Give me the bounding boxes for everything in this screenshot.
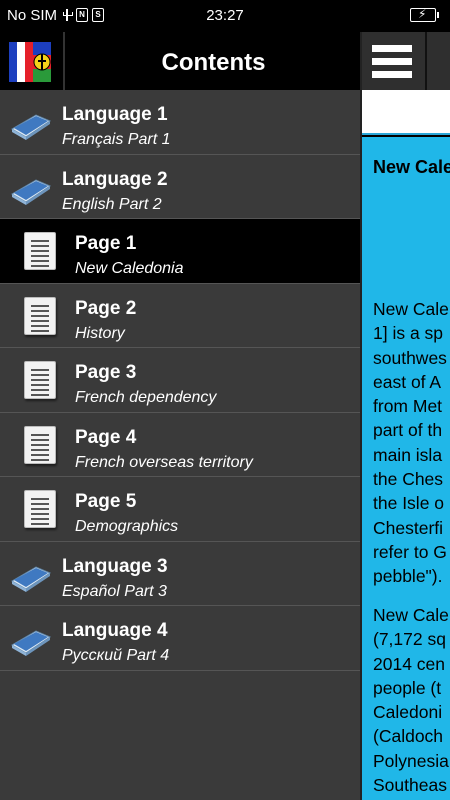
status-bar: No SIM N S 23:27 ⚡ [0,0,450,32]
drawer-title: Contents [161,49,266,76]
language-item-9[interactable]: Language 4 Русский Part 4 [0,606,360,671]
item-subtitle: French overseas territory [75,453,253,471]
article-line: New Cale [373,299,449,319]
article-line: the Isle o [373,493,445,514]
language-item-2[interactable]: Language 2 English Part 2 [0,154,360,219]
page-item-3[interactable]: Page 1 New Caledonia [0,219,360,284]
document-icon [24,490,56,528]
book-icon [11,178,52,205]
appbar-divider [425,32,427,90]
drawer-header: Contents [0,32,360,90]
item-title: Page 1 [75,233,137,254]
contents-list: Language 1 Français Part 1 Language 2 Engli… [0,90,360,671]
item-subtitle: English Part 2 [62,195,162,213]
item-title: Language 2 [62,168,168,190]
document-icon [24,296,56,335]
hamburger-icon-bar [372,58,412,65]
article-line: part of th [373,420,443,441]
menu-button[interactable] [372,45,412,78]
article-line: Polynesia [373,750,449,771]
item-title: Page 3 [75,362,137,383]
item-subtitle: Demographics [75,518,179,535]
item-title: Language 4 [62,620,168,641]
article-paragraph-2: New Cale (7,172 sq 2014 cen people (t Caledo… [373,603,449,800]
item-title: Page 2 [75,297,137,319]
page-item-4[interactable]: Page 2 History [0,283,360,348]
hamburger-icon-bar [372,45,412,52]
new-caledonia-flag-icon [9,42,51,82]
article-line: east of A [373,371,442,392]
item-subtitle: Español Part 3 [62,582,167,600]
article-line: the Ches [373,469,444,490]
item-title: Language 3 [62,555,168,577]
article-line: people (t [373,677,442,698]
navigation-drawer: Contents Language 1 Français Part 1 Langua… [0,32,362,800]
article-line: New Cale [373,605,449,625]
book-icon [11,565,52,592]
language-item-8[interactable]: Language 3 Español Part 3 [0,541,360,606]
hamburger-icon-bar [372,71,412,78]
item-title: Page 5 [75,491,137,512]
article-line: Chesterfi [373,517,444,538]
article-line: main isla [373,444,443,465]
item-subtitle: Русский Part 4 [62,647,170,664]
page-item-5[interactable]: Page 3 French dependency [0,348,360,413]
article-line: refer to G [373,541,447,562]
article-title: New Cale [373,157,450,177]
article-panel[interactable]: New Cale New Cale 1] is a sp southwes east … [362,137,450,800]
article-line: (7,172 sq [373,629,446,650]
book-icon [11,114,52,140]
article-line: pebble"). [373,566,443,587]
item-subtitle: New Caledonia [75,260,184,277]
article-line: Southeas [373,775,447,796]
app-bar [362,32,450,90]
language-item-1[interactable]: Language 1 Français Part 1 [0,90,360,155]
item-subtitle: History [75,324,125,342]
book-icon [11,630,52,656]
page-item-7[interactable]: Page 5 Demographics [0,477,360,542]
item-subtitle: French dependency [75,389,217,406]
document-icon [24,425,56,464]
article-line: 1] is a sp [373,323,444,344]
article-line: southwes [373,347,447,368]
clock: 23:27 [206,7,244,24]
article-line: 2014 cen [373,653,446,674]
article-paragraph-1: New Cale 1] is a sp southwes east of A from … [373,297,449,589]
item-subtitle: Français Part 1 [62,131,171,148]
article-line: from Met [373,396,443,417]
article-line: Caledoni [373,702,443,723]
article-line: (Caldoch [373,726,444,747]
document-icon [24,232,56,270]
item-title: Language 1 [62,104,168,125]
page-item-6[interactable]: Page 4 French overseas territory [0,412,360,477]
toolbar-strip [362,90,450,135]
document-icon [24,361,56,399]
battery-charging-icon: ⚡ [410,7,439,22]
item-title: Page 4 [75,426,137,448]
